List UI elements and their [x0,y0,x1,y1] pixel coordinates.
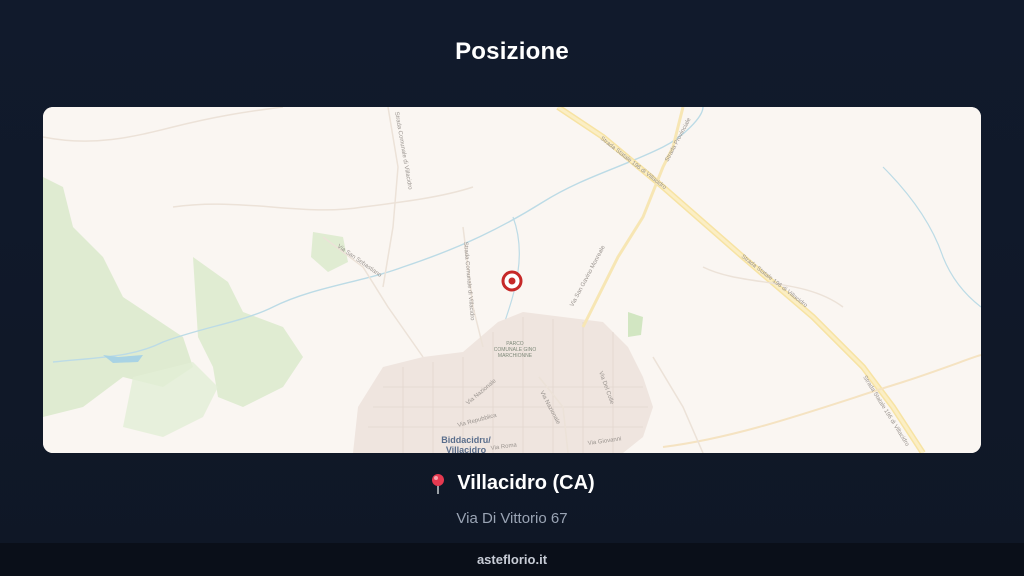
town-label: Villacidro [446,445,487,453]
location-block: Villacidro (CA) Via Di Vittorio 67 [0,472,1024,527]
page-title: Posizione [455,38,569,65]
map-view[interactable]: Strada Statale 196 di Villacidro Strada … [43,107,981,453]
location-address: Via Di Vittorio 67 [456,509,568,527]
footer-brand[interactable]: asteflorio.it [0,543,1024,576]
park-label: MARCHIONNE [498,353,533,359]
map-canvas[interactable]: Strada Statale 196 di Villacidro Strada … [43,107,981,453]
map-marker-icon[interactable] [501,270,523,292]
town-label: Biddacidru/ [441,435,491,445]
location-city: Villacidro (CA) [457,472,595,494]
round-pushpin-icon [429,473,447,495]
